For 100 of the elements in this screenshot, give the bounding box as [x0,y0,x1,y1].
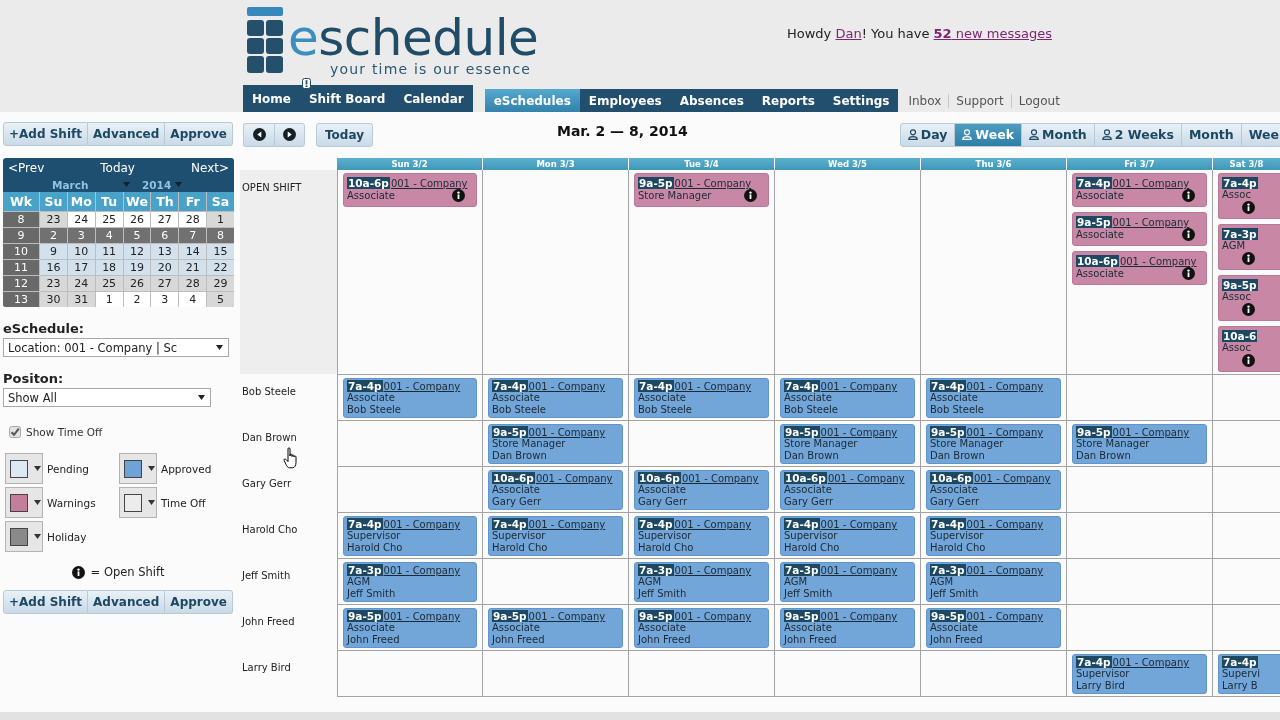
location-select[interactable]: Location: 001 - Company | Sc [3,338,229,357]
schedule-cell[interactable] [1067,466,1213,512]
calendar-day[interactable]: 28 [179,276,207,291]
calendar-day[interactable]: 24 [67,212,95,227]
shift-card[interactable]: 9a-5p Assoc [1218,275,1280,321]
shift-card[interactable]: 7a-4p 001 - Company Associate [1072,173,1207,207]
calendar-day[interactable]: 7 [179,228,207,243]
schedule-cell[interactable] [483,558,629,604]
schedule-cell[interactable]: 9a-5p 001 - Company Associate John Freed [483,604,629,650]
calendar-day[interactable]: 21 [179,260,207,275]
location-link[interactable]: 001 - Company [674,519,752,530]
shift-card[interactable]: 7a-3p 001 - Company AGM Jeff Smith [926,562,1061,602]
schedule-cell[interactable]: 7a-3p 001 - Company AGM Jeff Smith [629,558,775,604]
month-select[interactable]: March [52,178,130,191]
schedule-cell[interactable]: 9a-5p 001 - Company Store Manager Dan Brown [775,420,921,466]
schedule-cell[interactable]: 7a-4p Assoc 7a-3p AGM 9a-5p Assoc 10a-6 Assoc [1213,170,1280,374]
shift-card[interactable]: 7a-3p 001 - Company AGM Jeff Smith [634,562,769,602]
shift-card[interactable]: 10a-6p 001 - Company Associate Gary Gerr [780,470,915,510]
schedule-cell[interactable]: 9a-5p 001 - Company Store Manager [629,170,775,374]
schedule-cell[interactable] [629,420,775,466]
calendar-day[interactable]: 31 [67,292,95,307]
shift-card[interactable]: 10a-6p 001 - Company Associate Gary Gerr [634,470,769,510]
schedule-cell[interactable]: 9a-5p 001 - Company Store Manager Dan Brown [921,420,1067,466]
calendar-day[interactable]: 22 [207,260,234,275]
schedule-cell[interactable]: 9a-5p 001 - Company Associate John Freed [775,604,921,650]
calendar-day[interactable]: 12 [123,244,151,259]
calendar-day[interactable]: 24 [67,276,95,291]
schedule-cell[interactable] [337,466,483,512]
calendar-day[interactable]: 26 [123,212,151,227]
shift-card[interactable]: 10a-6p 001 - Company Associate Gary Gerr [488,470,623,510]
shift-card[interactable]: 7a-4p 001 - Company Supervisor Harold Cho [634,516,769,556]
calendar-day[interactable]: 3 [151,292,179,307]
schedule-cell[interactable]: 7a-4p 001 - Company Supervisor Harold Cho [921,512,1067,558]
calendar-day[interactable]: 1 [207,212,234,227]
today-link[interactable]: Today [100,160,135,175]
shift-card[interactable]: 9a-5p 001 - Company Associate [1072,212,1207,246]
position-select[interactable]: Show All [3,388,211,407]
schedule-cell[interactable]: 7a-4p 001 - Company Supervisor Harold Cho [629,512,775,558]
color-picker-button[interactable] [5,453,43,484]
calendar-day[interactable]: 30 [40,292,67,307]
shift-card[interactable]: 9a-5p 001 - Company Store Manager [634,173,769,207]
calendar-day[interactable]: 6 [151,228,179,243]
calendar-day[interactable]: 1 [95,292,123,307]
schedule-cell[interactable] [1067,374,1213,420]
schedule-cell[interactable] [1067,604,1213,650]
shift-card[interactable]: 9a-5p 001 - Company Associate John Freed [926,608,1061,648]
location-link[interactable]: 001 - Company [820,427,898,438]
schedule-cell[interactable] [337,420,483,466]
schedule-cell[interactable]: 7a-4p 001 - Company Associate Bob Steele [921,374,1067,420]
header-link[interactable]: Support [949,93,1011,108]
color-picker-button[interactable] [5,521,43,552]
schedule-cell[interactable]: 7a-4p 001 - Company Associate Bob Steele [483,374,629,420]
nav-tab[interactable]: Settings [823,89,899,112]
schedule-cell[interactable]: 9a-5p 001 - Company Store Manager Dan Brown [1067,420,1213,466]
shift-card[interactable]: 9a-5p 001 - Company Store Manager Dan Brown [1072,424,1207,464]
week-number[interactable]: 10 [3,244,39,259]
calendar-day[interactable]: 26 [123,276,151,291]
shift-card[interactable]: 9a-5p 001 - Company Associate John Freed [780,608,915,648]
action-button[interactable]: Approve [165,122,233,146]
schedule-cell[interactable]: 7a-4p 001 - Company Supervisor Harold Cho [337,512,483,558]
color-picker-button[interactable] [119,487,157,518]
view-tab[interactable]: Month [1181,122,1242,147]
shift-card[interactable]: 7a-3p 001 - Company AGM Jeff Smith [780,562,915,602]
calendar-day[interactable]: 28 [179,212,207,227]
view-tab[interactable]: Week [955,122,1022,147]
shift-card[interactable]: 7a-4p 001 - Company Supervisor Harold Cho [926,516,1061,556]
schedule-cell[interactable]: 7a-4p 001 - Company Associate Bob Steele [629,374,775,420]
schedule-cell[interactable]: 7a-4p 001 - Company Associate Bob Steele [337,374,483,420]
previous-week-button[interactable] [243,122,274,147]
shift-card[interactable]: 7a-3p 001 - Company AGM Jeff Smith [343,562,477,602]
calendar-day[interactable]: 11 [95,244,123,259]
schedule-cell[interactable]: 7a-4p 001 - Company Associate 9a-5p 001 - Company Associate 10a-6p 001 - Company Associate [1067,170,1213,374]
calendar-day[interactable]: 17 [67,260,95,275]
calendar-day[interactable]: 19 [123,260,151,275]
location-link[interactable]: 001 - Company [820,519,898,530]
schedule-cell[interactable]: 10a-6p 001 - Company Associate Gary Gerr [629,466,775,512]
year-select[interactable]: 2014 [142,178,182,191]
shift-card[interactable]: 9a-5p 001 - Company Store Manager Dan Brown [926,424,1061,464]
calendar-day[interactable]: 25 [95,276,123,291]
calendar-day[interactable]: 13 [151,244,179,259]
location-link[interactable]: 001 - Company [966,611,1044,622]
checkbox[interactable] [9,426,21,438]
location-link[interactable]: 001 - Company [383,565,461,576]
location-link[interactable]: 001 - Company [966,427,1044,438]
calendar-day[interactable]: 20 [151,260,179,275]
location-link[interactable]: 001 - Company [681,473,759,484]
shift-card[interactable]: 7a-4p 001 - Company Associate Bob Steele [343,378,477,418]
header-link[interactable]: Inbox [901,93,949,108]
calendar-day[interactable]: 5 [207,292,234,307]
action-button[interactable]: +Add Shift [3,590,89,614]
schedule-cell[interactable]: 10a-6p 001 - Company Associate [337,170,483,374]
schedule-cell[interactable] [337,650,483,697]
shift-card[interactable]: 7a-4p 001 - Company Associate Bob Steele [926,378,1061,418]
user-link[interactable]: Dan [835,26,862,41]
schedule-cell[interactable]: 9a-5p 001 - Company Store Manager Dan Brown [483,420,629,466]
calendar-day[interactable]: 2 [123,292,151,307]
location-link[interactable]: 001 - Company [528,611,606,622]
location-link[interactable]: 001 - Company [966,565,1044,576]
calendar-day[interactable]: 27 [151,276,179,291]
location-link[interactable]: 001 - Company [827,473,905,484]
